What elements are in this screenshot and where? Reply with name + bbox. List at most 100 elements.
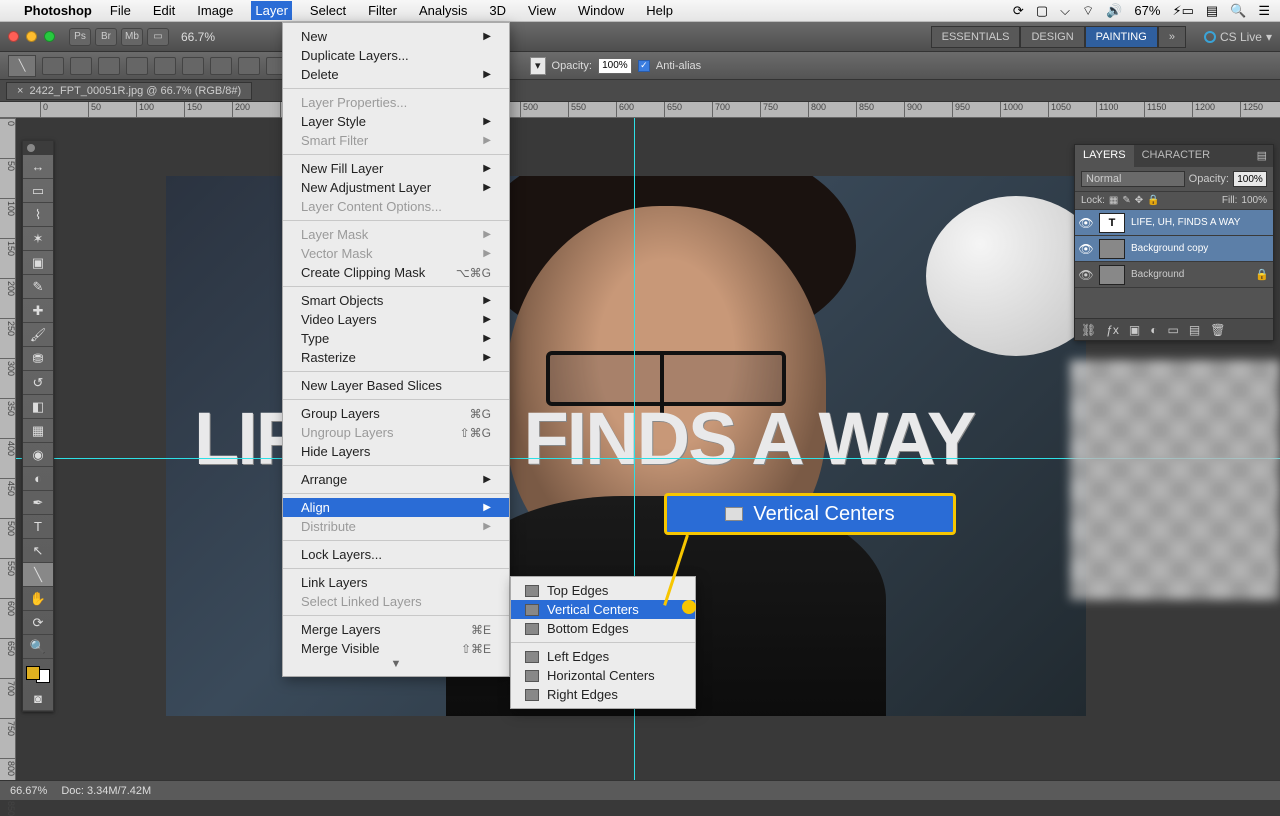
opt-icon-4[interactable] bbox=[126, 57, 148, 75]
submenu-item[interactable]: Vertical Centers bbox=[511, 600, 695, 619]
submenu-item[interactable]: Right Edges bbox=[511, 685, 695, 704]
visibility-icon[interactable]: 👁 bbox=[1079, 216, 1093, 230]
layer-row[interactable]: 👁Background🔒 bbox=[1075, 262, 1273, 288]
menu-item[interactable]: Hide Layers bbox=[283, 442, 509, 461]
new-layer-icon[interactable]: ▤ bbox=[1189, 323, 1200, 337]
quickmask-icon[interactable]: ◙ bbox=[23, 687, 53, 711]
opt-icon-8[interactable] bbox=[238, 57, 260, 75]
menu-item[interactable]: Merge Layers⌘E bbox=[283, 620, 509, 639]
blend-mode-select[interactable]: ▾ bbox=[530, 57, 546, 75]
minibridge-icon[interactable]: Mb bbox=[121, 28, 143, 46]
lock-all-icon[interactable]: 🔒 bbox=[1147, 195, 1159, 206]
antialias-checkbox[interactable]: ✓ bbox=[638, 60, 650, 72]
hand-tool-icon[interactable]: ✋ bbox=[23, 587, 53, 611]
menu-image[interactable]: Image bbox=[193, 1, 237, 20]
workspace-design[interactable]: DESIGN bbox=[1020, 26, 1084, 48]
path-tool-icon[interactable]: ↖ bbox=[23, 539, 53, 563]
brush-tool-icon[interactable]: 🖌 bbox=[23, 323, 53, 347]
marquee-tool-icon[interactable]: ▭ bbox=[23, 179, 53, 203]
visibility-icon[interactable]: 👁 bbox=[1079, 268, 1093, 282]
spotlight-icon[interactable]: 🔍 bbox=[1230, 3, 1246, 19]
menu-item[interactable]: Type▶ bbox=[283, 329, 509, 348]
layer-name[interactable]: Background bbox=[1131, 269, 1249, 280]
lock-transp-icon[interactable]: ▦ bbox=[1109, 195, 1118, 206]
document-tab[interactable]: × 2422_FPT_00051R.jpg @ 66.7% (RGB/8#) bbox=[6, 82, 252, 100]
line-tool-icon[interactable]: ╲ bbox=[23, 563, 53, 587]
wifi-icon[interactable]: ⌔ bbox=[1082, 3, 1094, 19]
layer-row[interactable]: 👁TLIFE, UH, FINDS A WAY bbox=[1075, 210, 1273, 236]
opt-icon-5[interactable] bbox=[154, 57, 176, 75]
menu-item[interactable]: Duplicate Layers... bbox=[283, 46, 509, 65]
menu-item[interactable]: Link Layers bbox=[283, 573, 509, 592]
opt-icon-7[interactable] bbox=[210, 57, 232, 75]
menu-item[interactable]: New Layer Based Slices bbox=[283, 376, 509, 395]
menu-more-icon[interactable]: ▼ bbox=[283, 658, 509, 672]
menu-item[interactable]: Arrange▶ bbox=[283, 470, 509, 489]
crop-tool-icon[interactable]: ▣ bbox=[23, 251, 53, 275]
fx-icon[interactable]: ƒx bbox=[1106, 323, 1119, 337]
submenu-item[interactable]: Bottom Edges bbox=[511, 619, 695, 638]
opt-icon-3[interactable] bbox=[98, 57, 120, 75]
wand-tool-icon[interactable]: ✶ bbox=[23, 227, 53, 251]
zoom-tool-icon[interactable]: 🔍 bbox=[23, 635, 53, 659]
layer-row[interactable]: 👁 Background copy bbox=[1075, 236, 1273, 262]
layer-name[interactable]: Background copy bbox=[1131, 243, 1269, 254]
panel-menu-icon[interactable]: ▤ bbox=[1251, 145, 1273, 167]
tools-header[interactable] bbox=[23, 141, 53, 155]
opt-icon-2[interactable] bbox=[70, 57, 92, 75]
battery-icon[interactable]: ⚡︎▭ bbox=[1172, 3, 1193, 19]
status-doc[interactable]: Doc: 3.34M/7.42M bbox=[61, 785, 151, 797]
blur-tool-icon[interactable]: ◉ bbox=[23, 443, 53, 467]
menu-item[interactable]: Video Layers▶ bbox=[283, 310, 509, 329]
blend-mode-dropdown[interactable]: Normal bbox=[1081, 171, 1185, 187]
submenu-item[interactable]: Horizontal Centers bbox=[511, 666, 695, 685]
menu-analysis[interactable]: Analysis bbox=[415, 1, 471, 20]
close-icon[interactable] bbox=[8, 31, 19, 42]
minimize-icon[interactable] bbox=[26, 31, 37, 42]
lock-pos-icon[interactable]: ✥ bbox=[1135, 195, 1143, 206]
menu-item[interactable]: Rasterize▶ bbox=[283, 348, 509, 367]
menu-item[interactable]: Lock Layers... bbox=[283, 545, 509, 564]
menu-3d[interactable]: 3D bbox=[485, 1, 510, 20]
menu-edit[interactable]: Edit bbox=[149, 1, 179, 20]
menu-extras-icon[interactable]: ☰ bbox=[1258, 3, 1270, 19]
color-swatch[interactable] bbox=[23, 659, 53, 687]
opacity-field[interactable]: 100% bbox=[598, 58, 632, 74]
menu-layer[interactable]: Layer bbox=[251, 1, 292, 20]
gradient-tool-icon[interactable]: ▦ bbox=[23, 419, 53, 443]
submenu-item[interactable]: Left Edges bbox=[511, 647, 695, 666]
menu-window[interactable]: Window bbox=[574, 1, 628, 20]
workspace-essentials[interactable]: ESSENTIALS bbox=[931, 26, 1021, 48]
date-icon[interactable]: ▤ bbox=[1206, 3, 1218, 19]
bridge-icon[interactable]: Br bbox=[95, 28, 117, 46]
mask-icon[interactable]: ▣ bbox=[1129, 323, 1140, 337]
menu-item[interactable]: Align▶ bbox=[283, 498, 509, 517]
menu-item[interactable]: Delete▶ bbox=[283, 65, 509, 84]
menu-item[interactable]: Group Layers⌘G bbox=[283, 404, 509, 423]
pen-tool-icon[interactable]: ✒ bbox=[23, 491, 53, 515]
rotate-tool-icon[interactable]: ⟳ bbox=[23, 611, 53, 635]
menu-help[interactable]: Help bbox=[642, 1, 677, 20]
move-tool-icon[interactable]: ↔ bbox=[23, 155, 53, 179]
zoom-icon[interactable] bbox=[44, 31, 55, 42]
eyedropper-tool-icon[interactable]: ✎ bbox=[23, 275, 53, 299]
menu-item[interactable]: New▶ bbox=[283, 27, 509, 46]
dodge-tool-icon[interactable]: ◐ bbox=[23, 467, 53, 491]
history-brush-tool-icon[interactable]: ↺ bbox=[23, 371, 53, 395]
menu-file[interactable]: File bbox=[106, 1, 135, 20]
visibility-icon[interactable]: 👁 bbox=[1079, 242, 1093, 256]
tab-layers[interactable]: LAYERS bbox=[1075, 145, 1134, 167]
lasso-tool-icon[interactable]: ⌇ bbox=[23, 203, 53, 227]
heal-tool-icon[interactable]: ✚ bbox=[23, 299, 53, 323]
menu-item[interactable]: Merge Visible⇧⌘E bbox=[283, 639, 509, 658]
eraser-tool-icon[interactable]: ◧ bbox=[23, 395, 53, 419]
status-zoom[interactable]: 66.67% bbox=[10, 785, 47, 797]
airplay-icon[interactable]: ▢ bbox=[1036, 3, 1048, 19]
layer-name[interactable]: LIFE, UH, FINDS A WAY bbox=[1131, 217, 1269, 228]
stamp-tool-icon[interactable]: ⛃ bbox=[23, 347, 53, 371]
opt-icon-6[interactable] bbox=[182, 57, 204, 75]
menu-view[interactable]: View bbox=[524, 1, 560, 20]
type-tool-icon[interactable]: T bbox=[23, 515, 53, 539]
menu-item[interactable]: New Adjustment Layer▶ bbox=[283, 178, 509, 197]
menu-item[interactable]: Smart Objects▶ bbox=[283, 291, 509, 310]
